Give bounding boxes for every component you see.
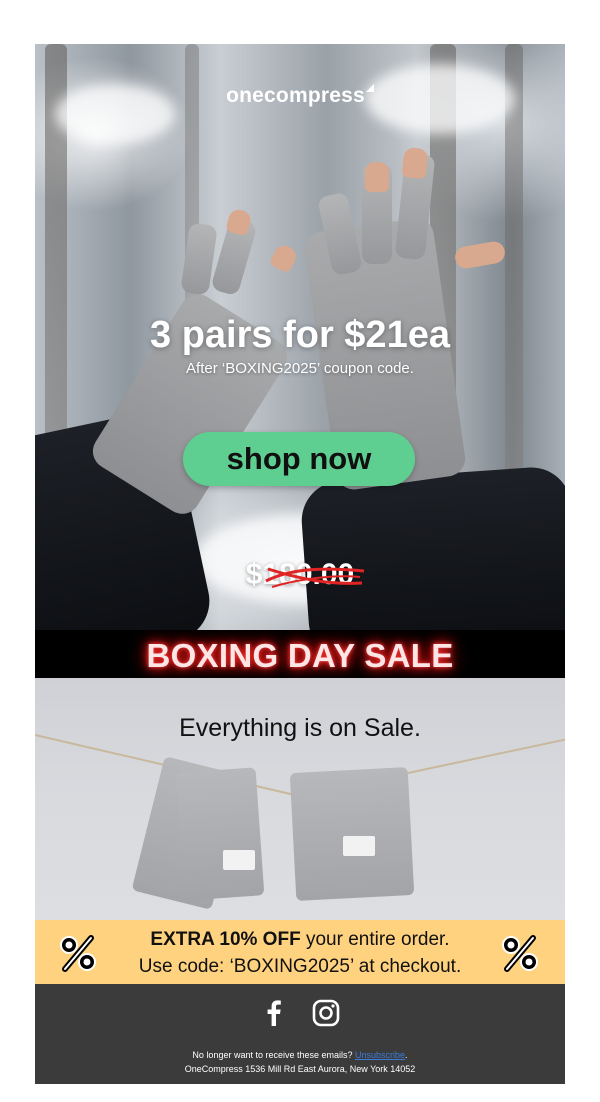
email-footer: No longer want to receive these emails? … — [35, 984, 565, 1084]
offer-line-2: Use code: ‘BOXING2025’ at checkout. — [138, 956, 462, 977]
hero-headline: 3 pairs for $21ea — [150, 314, 450, 356]
product-tag — [343, 836, 375, 856]
offer-line-1: EXTRA 10% OFF your entire order. — [35, 926, 565, 953]
banner-text: BOXING DAY SALE — [146, 637, 454, 674]
unsubscribe-link[interactable]: Unsubscribe — [355, 1050, 405, 1060]
unsubscribe-line: No longer want to receive these emails? … — [35, 1048, 565, 1062]
brand-logo[interactable]: onecompress — [35, 84, 565, 108]
jacket-sleeve — [299, 464, 565, 630]
fingertip — [401, 146, 429, 180]
hero-subheadline: After ‘BOXING2025’ coupon code. — [186, 360, 414, 377]
unsubscribe-end: . — [405, 1050, 408, 1060]
compression-sleeve — [289, 766, 415, 902]
price-strikethrough — [265, 567, 365, 588]
fingertip — [268, 242, 300, 274]
footer-legal: No longer want to receive these emails? … — [35, 1048, 565, 1076]
fingertip — [365, 162, 389, 192]
offer-highlight: EXTRA 10% OFF — [150, 929, 301, 950]
everything-on-sale-image[interactable]: Everything is on Sale. — [35, 678, 565, 920]
boxing-day-banner[interactable]: BOXING DAY SALE — [35, 630, 565, 678]
shop-now-button[interactable]: shop now — [183, 432, 415, 486]
facebook-icon[interactable] — [259, 998, 289, 1028]
percent-icon — [502, 935, 538, 972]
unsubscribe-prompt: No longer want to receive these emails? — [192, 1050, 356, 1060]
offer-line-1-rest: your entire order. — [300, 929, 450, 950]
sale-section-title: Everything is on Sale. — [179, 714, 421, 742]
extra-discount-bar[interactable]: EXTRA 10% OFF your entire order. Use cod… — [35, 920, 565, 984]
hero-image[interactable]: onecompress 3 pairs for $21ea After ‘BOX… — [35, 44, 565, 630]
instagram-icon[interactable] — [311, 998, 341, 1028]
company-address: OneCompress 1536 Mill Rd East Aurora, Ne… — [184, 1064, 416, 1074]
logo-arrow-icon — [365, 84, 374, 92]
product-tag — [223, 850, 255, 870]
compression-sleeve — [175, 767, 265, 901]
extra-offer-text: EXTRA 10% OFF your entire order. Use cod… — [35, 926, 565, 980]
email-container: onecompress 3 pairs for $21ea After ‘BOX… — [35, 44, 565, 1084]
thumb — [453, 239, 507, 271]
